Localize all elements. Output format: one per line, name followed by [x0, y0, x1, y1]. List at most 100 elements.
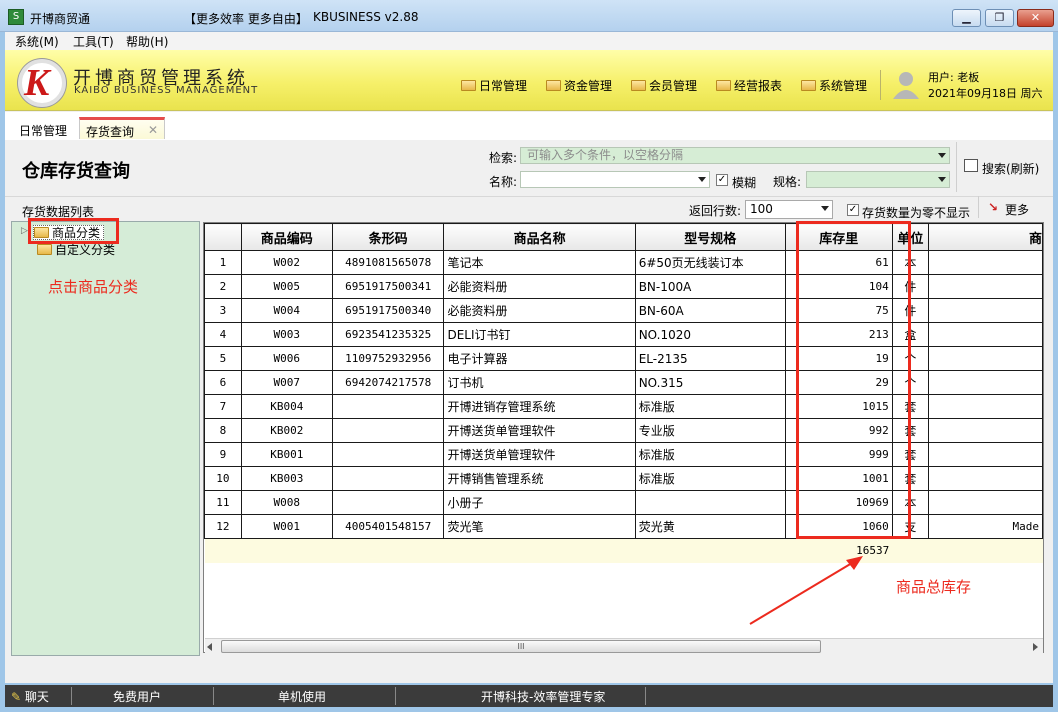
scroll-left-icon[interactable]	[207, 643, 212, 651]
cell-code: W002	[240, 250, 333, 275]
table-row[interactable]: 6 W007 6942074217578 订书机 NO.315 29 个	[204, 370, 1043, 395]
cell-name: DELI订书钉	[443, 322, 636, 347]
tab-daily[interactable]: 日常管理	[19, 122, 67, 139]
date-label: 2021年09月18日 周六	[928, 87, 1043, 100]
cell-barcode	[331, 394, 445, 419]
close-button[interactable]: ✕	[1017, 9, 1054, 27]
rows-select[interactable]: 100	[745, 200, 833, 219]
nav-member[interactable]: 会员管理	[631, 77, 697, 94]
table-header-row: 商品编码 条形码 商品名称 型号规格 库存里 单位 商	[204, 223, 1043, 251]
tab-inventory[interactable]: 存货查询 ✕	[79, 117, 165, 139]
table-row[interactable]: 12 W001 4005401548157 荧光笔 荧光黄 1060 支 Made	[204, 514, 1043, 539]
logo-letter: K	[24, 62, 50, 104]
horizontal-scrollbar[interactable]: III	[205, 638, 1043, 654]
cell-spec: 荧光黄	[634, 514, 786, 539]
tab-close-icon[interactable]: ✕	[148, 123, 158, 137]
cell-name: 开博销售管理系统	[443, 466, 636, 491]
cell-barcode: 4005401548157	[331, 514, 445, 539]
cell-name: 开博送货单管理软件	[443, 418, 636, 443]
cell-index: 9	[204, 442, 242, 467]
cell-name: 开博进销存管理系统	[443, 394, 636, 419]
cell-code: W004	[240, 298, 333, 323]
cell-more	[928, 298, 1043, 323]
cell-spec: EL-2135	[634, 346, 786, 371]
spec-label: 规格:	[773, 175, 802, 189]
menu-help[interactable]: 帮助(H)	[126, 33, 168, 50]
col-header-more[interactable]: 商	[928, 223, 1043, 251]
table-row[interactable]: 1 W002 4891081565078 笔记本 6#50页无线装订本 61 本	[204, 250, 1043, 275]
nav-system[interactable]: 系统管理	[801, 77, 867, 94]
status-mode: 单机使用	[278, 690, 327, 704]
nav-label: 资金管理	[564, 79, 613, 93]
summary-cell	[928, 538, 1043, 563]
search-button-label: 搜索(刷新)	[982, 162, 1040, 176]
spec-select[interactable]	[806, 171, 950, 188]
table-row[interactable]: 7 KB004 开博进销存管理系统 标准版 1015 套	[204, 394, 1043, 419]
cell-barcode	[331, 442, 445, 467]
cell-name: 开博送货单管理软件	[443, 442, 636, 467]
search-placeholder: 可输入多个条件，以空格分隔	[527, 148, 684, 162]
cell-more	[928, 250, 1043, 275]
table-row[interactable]: 9 KB001 开博送货单管理软件 标准版 999 套	[204, 442, 1043, 467]
cell-barcode	[331, 490, 445, 515]
scroll-right-icon[interactable]	[1033, 643, 1038, 651]
search-refresh-button[interactable]: 搜索(刷新)	[956, 142, 1048, 192]
name-select[interactable]	[520, 171, 710, 188]
col-header-code[interactable]: 商品编码	[240, 223, 333, 251]
annotation-click-category: 点击商品分类	[48, 278, 139, 296]
hide-zero-checkbox[interactable]: ✓	[847, 204, 859, 216]
dropdown-arrow-icon[interactable]	[821, 206, 829, 211]
chat-button[interactable]: ✎ 聊天	[11, 688, 49, 705]
divider	[5, 196, 1053, 197]
table-row[interactable]: 10 KB003 开博销售管理系统 标准版 1001 套	[204, 466, 1043, 491]
nav-finance[interactable]: 资金管理	[546, 77, 612, 94]
table-row[interactable]: 5 W006 1109752932956 电子计算器 EL-2135 19 个	[204, 346, 1043, 371]
nav-label: 日常管理	[479, 79, 528, 93]
more-arrows-icon: ↘	[988, 200, 999, 214]
rows-label: 返回行数:	[689, 204, 742, 218]
chat-label: 聊天	[24, 690, 49, 704]
cell-index: 8	[204, 418, 242, 443]
cell-spec: 6#50页无线装订本	[634, 250, 786, 275]
table-row[interactable]: 8 KB002 开博送货单管理软件 专业版 992 套	[204, 418, 1043, 443]
menu-system[interactable]: 系统(M)	[15, 33, 59, 50]
cell-more	[928, 418, 1043, 443]
cell-more	[928, 490, 1043, 515]
col-header-name[interactable]: 商品名称	[443, 223, 636, 251]
dropdown-arrow-icon[interactable]	[938, 177, 946, 182]
fuzzy-checkbox[interactable]: ✓	[716, 174, 728, 186]
table-row[interactable]: 2 W005 6951917500341 必能资料册 BN-100A 104 件	[204, 274, 1043, 299]
table-row[interactable]: 3 W004 6951917500340 必能资料册 BN-60A 75 件	[204, 298, 1043, 323]
table-row[interactable]: 11 W008 小册子 10969 本	[204, 490, 1043, 515]
cell-code: KB004	[240, 394, 333, 419]
more-button[interactable]: ↘ 更多	[978, 196, 1048, 218]
cell-barcode: 6923541235325	[331, 322, 445, 347]
minimize-button[interactable]: ▁	[952, 9, 981, 27]
cell-name: 笔记本	[443, 250, 636, 275]
name-label: 名称:	[489, 175, 518, 189]
scroll-thumb[interactable]: III	[221, 640, 821, 653]
cell-code: KB003	[240, 466, 333, 491]
dropdown-arrow-icon[interactable]	[938, 153, 946, 158]
cell-barcode: 4891081565078	[331, 250, 445, 275]
cell-more	[928, 466, 1043, 491]
cell-spec	[634, 490, 786, 515]
nav-label: 会员管理	[649, 79, 698, 93]
col-header-spec[interactable]: 型号规格	[634, 223, 786, 251]
col-header-barcode[interactable]: 条形码	[331, 223, 445, 251]
cell-spec: 专业版	[634, 418, 786, 443]
nav-reports[interactable]: 经营报表	[716, 77, 782, 94]
cell-barcode: 6951917500340	[331, 298, 445, 323]
cell-more	[928, 346, 1043, 371]
search-input[interactable]: 可输入多个条件，以空格分隔	[520, 147, 950, 164]
nav-daily[interactable]: 日常管理	[461, 77, 527, 94]
table-row[interactable]: 4 W003 6923541235325 DELI订书钉 NO.1020 213 盒	[204, 322, 1043, 347]
fuzzy-label: 模糊	[732, 176, 757, 190]
cell-name: 订书机	[443, 370, 636, 395]
tree-expander-icon[interactable]: ▷	[21, 226, 28, 236]
cell-name: 小册子	[443, 490, 636, 515]
menu-tools[interactable]: 工具(T)	[73, 33, 114, 50]
maximize-button[interactable]: ❐	[985, 9, 1014, 27]
dropdown-arrow-icon[interactable]	[698, 177, 706, 182]
brand-name-en: KAIBO BUSINESS MANAGEMENT	[74, 85, 259, 96]
